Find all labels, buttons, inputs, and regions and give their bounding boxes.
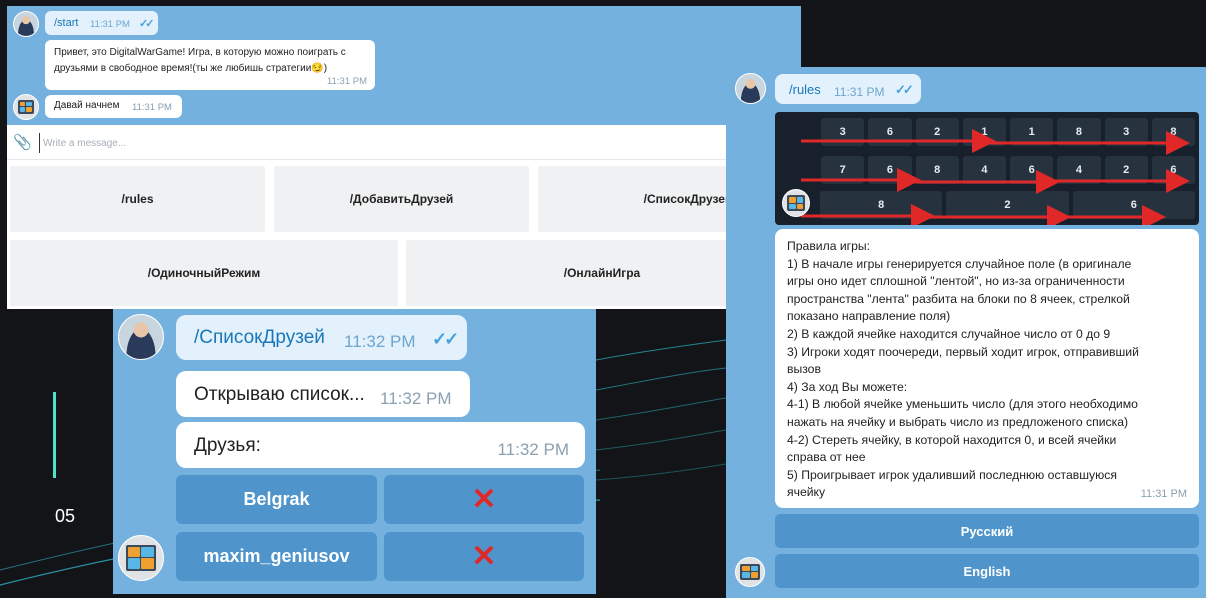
message-composer: 📎	[7, 125, 801, 160]
bot-avatar	[118, 535, 164, 581]
accent-line	[53, 392, 56, 478]
rules-text-line: 1) В начале игры генерируется случайное …	[787, 256, 1132, 271]
message-rules-command: /rules 11:31 PM ✓✓	[775, 74, 921, 104]
game-board: 3621183876846426826	[775, 112, 1199, 225]
rules-text-line: показано направление поля)	[787, 309, 951, 324]
remove-friend-button[interactable]: ✕	[384, 532, 584, 581]
message-text: Давай начнем	[54, 100, 120, 111]
bot-avatar	[13, 94, 39, 120]
message-time: 11:31 PM	[834, 85, 885, 99]
message-time: 11:31 PM	[327, 76, 367, 87]
chat-window-rules: /rules 11:31 PM ✓✓ 3621183876846426826 П…	[726, 67, 1206, 598]
message-text: Открываю список...	[194, 384, 365, 405]
user-avatar	[735, 73, 766, 104]
bot-avatar	[735, 557, 765, 587]
message-friends-label: Друзья: 11:32 PM	[176, 422, 585, 468]
message-time: 11:31 PM	[1140, 488, 1187, 501]
message-input[interactable]	[39, 133, 639, 153]
user-avatar	[13, 11, 39, 37]
remove-friend-button[interactable]: ✕	[384, 475, 584, 524]
message-time: 11:31 PM	[90, 19, 130, 30]
rules-text-line: вызов	[787, 362, 821, 377]
rules-text-line: 4) За ход Вы можете:	[787, 379, 908, 394]
message-time: 11:32 PM	[380, 389, 452, 408]
rules-text-line: Правила игры:	[787, 239, 871, 253]
friend-button-belgrak[interactable]: Belgrak	[176, 475, 377, 524]
rules-text-line: пространства "лента" разбита на блоки по…	[787, 291, 1130, 306]
add-friends-button[interactable]: /ДобавитьДрузей	[274, 166, 529, 232]
read-checkmarks-icon: ✓✓	[895, 82, 914, 97]
message-text-line: друзьями в свободное время!(ты же любишь…	[54, 63, 328, 74]
message-text-line: Привет, это DigitalWarGame! Игра, в кото…	[54, 47, 346, 58]
message-time: 11:32 PM	[497, 440, 569, 459]
user-avatar	[118, 314, 164, 360]
rules-text-line: ячейку	[787, 485, 826, 500]
read-checkmarks-icon: ✓✓	[432, 329, 459, 349]
bot-avatar	[782, 189, 810, 217]
message-text: Друзья:	[194, 435, 261, 456]
read-checkmarks-icon: ✓✓	[139, 18, 155, 30]
reply-keyboard: /rules /ДобавитьДрузей /СписокДрузей /Од…	[7, 160, 801, 309]
paperclip-icon[interactable]: 📎	[13, 135, 32, 151]
message-text: /СписокДрузей	[194, 327, 325, 348]
message-time: 11:31 PM	[132, 102, 172, 113]
message-lets-start: Давай начнем 11:31 PM	[45, 95, 182, 118]
rules-text-line: игры оно идет сплошной "лентой", но из-з…	[787, 274, 1125, 289]
message-greeting: Привет, это DigitalWarGame! Игра, в кото…	[45, 40, 375, 90]
rules-text-line: 5) Проигрывает игрок удаливший последнюю…	[787, 467, 1117, 482]
rules-text-line: 3) Игроки ходят поочереди, первый ходит …	[787, 344, 1139, 359]
message-time: 11:32 PM	[344, 332, 416, 351]
single-mode-button[interactable]: /ОдиночныйРежим	[10, 240, 398, 306]
message-friend-list-command: /СписокДрузей 11:32 PM ✓✓	[176, 315, 467, 360]
friend-button-maxim-geniusov[interactable]: maxim_geniusov	[176, 532, 377, 581]
rules-button[interactable]: /rules	[10, 166, 265, 232]
rules-text-line: 4-1) В любой ячейке уменьшить число (для…	[787, 397, 1138, 412]
message-text: /start	[54, 17, 79, 29]
chat-window-start: /start 11:31 PM ✓✓ Привет, это DigitalWa…	[7, 6, 801, 309]
chat-window-friend-list: /СписокДрузей 11:32 PM ✓✓ Открываю списо…	[113, 309, 596, 594]
message-text: /rules	[789, 82, 821, 97]
message-rules-text: Правила игры: 1) В начале игры генерирует…	[775, 229, 1199, 508]
slide-number: 05	[55, 506, 76, 526]
language-button-english[interactable]: English	[775, 554, 1199, 588]
language-button-russian[interactable]: Русский	[775, 514, 1199, 548]
message-opening-list: Открываю список... 11:32 PM	[176, 371, 470, 417]
rules-text-line: нажать на ячейку и выбрать число из пред…	[787, 414, 1129, 429]
rules-text-line: 4-2) Стереть ячейку, в которой находится…	[787, 432, 1117, 447]
remove-x-icon: ✕	[471, 540, 497, 573]
rules-text-line: 2) В каждой ячейке находится случайное ч…	[787, 326, 1111, 341]
rules-text-line: справа от нее	[787, 450, 866, 465]
board-direction-arrows	[801, 129, 1190, 225]
remove-x-icon: ✕	[471, 483, 497, 516]
message-start-command: /start 11:31 PM ✓✓	[45, 11, 158, 35]
